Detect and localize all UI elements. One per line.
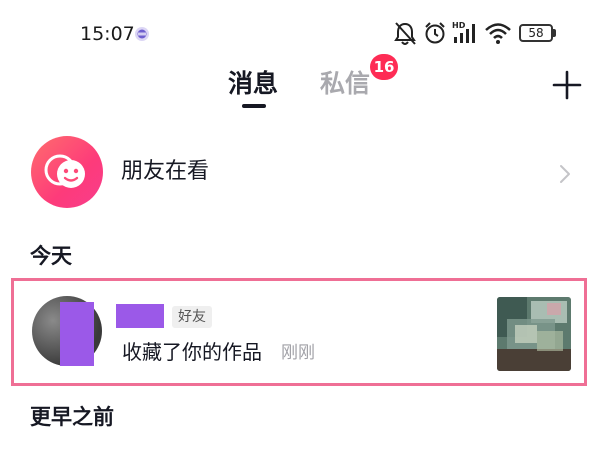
tab-messages[interactable]: 消息 [228,64,278,104]
alarm-clock-icon [425,22,445,44]
tab-direct-messages[interactable]: 私信 [320,64,370,104]
battery-indicator: 58 [519,24,553,42]
section-title-earlier: 更早之前 [30,405,114,429]
video-thumbnail[interactable] [497,297,571,371]
status-time: 15:07 [80,23,135,45]
tab-active-underline [242,104,266,108]
notification-text: 收藏了你的作品 [122,340,262,364]
battery-tip [553,29,556,37]
avatar-redaction [60,302,94,366]
mute-bell-icon [394,22,416,45]
section-title-today: 今天 [30,244,72,268]
add-plus-button[interactable] [551,69,583,101]
friends-watching-label[interactable]: 朋友在看 [121,155,209,189]
wifi-icon [485,23,511,44]
chevron-right-icon[interactable] [556,161,574,187]
svg-text:HD: HD [452,21,466,30]
hd-signal-icon: HD [452,21,475,43]
thumbnail-image [497,297,571,371]
notification-time: 刚刚 [281,343,315,363]
username-redaction[interactable] [116,304,164,328]
friends-watching-icon[interactable] [31,136,103,208]
smile-chat-icon [44,154,85,188]
friend-tag: 好友 [172,306,212,328]
app-notification-icon [135,27,149,41]
unread-badge: 16 [370,54,398,80]
